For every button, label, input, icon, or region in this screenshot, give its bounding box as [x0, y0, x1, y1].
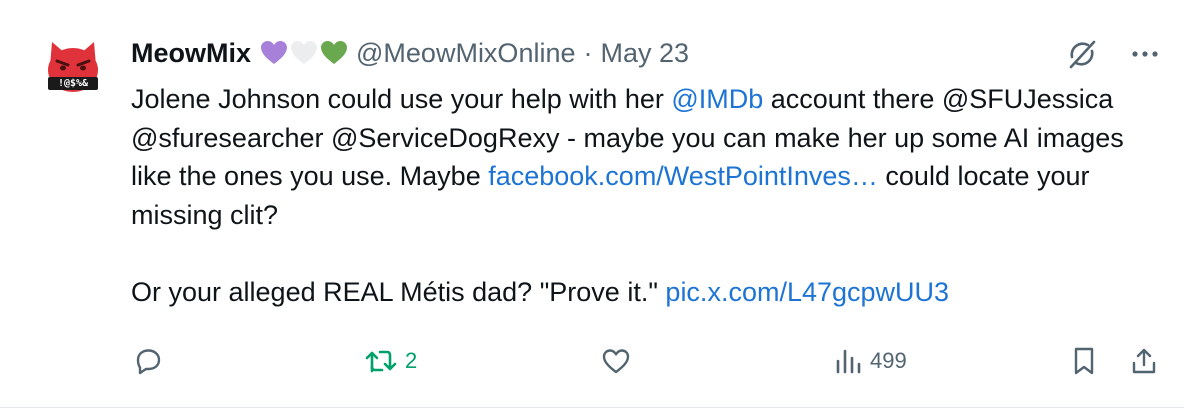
tweet-paragraph-2: Or your alleged REAL Métis dad? "Prove i… [131, 273, 1167, 312]
mention-link-imdb[interactable]: @IMDb [671, 84, 763, 114]
views-count: 499 [870, 348, 907, 373]
media-link[interactable]: pic.x.com/L47gcpwUU3 [665, 277, 949, 307]
share-button[interactable] [1129, 341, 1159, 381]
retweet-count: 2 [405, 348, 418, 373]
tweet-paragraph-1: Jolene Johnson could use your help with … [131, 80, 1167, 234]
bookmark-button[interactable] [1071, 341, 1097, 381]
avatar-symbols: !@$%& [57, 78, 89, 89]
bookmark-icon [1074, 347, 1094, 375]
text-segment: Jolene Johnson could use your help with … [131, 84, 672, 114]
text-segment: Or your alleged REAL Métis dad? "Prove i… [131, 276, 666, 307]
reply-button[interactable] [133, 341, 163, 381]
tweet-card[interactable]: !@$%& MeowMix @MeowMixOnline · May 23 Jo… [0, 0, 1184, 408]
like-button[interactable] [601, 341, 631, 381]
views-chart-icon [836, 349, 861, 374]
retweet-button[interactable]: 2 [365, 341, 417, 381]
display-name[interactable]: MeowMix [131, 38, 251, 69]
separator-dot: · [583, 37, 593, 68]
avatar[interactable]: !@$%& [44, 40, 102, 98]
retweet-icon [365, 350, 397, 373]
tweet-header: MeowMix @MeowMixOnline · May 23 [131, 33, 689, 73]
url-link-facebook[interactable]: facebook.com/WestPointInves… [488, 161, 878, 191]
green-heart-icon [321, 41, 348, 64]
purple-heart-icon [261, 41, 288, 64]
grok-icon[interactable] [1066, 38, 1098, 70]
action-bar: 2 499 [131, 341, 1163, 381]
tweet-text: Jolene Johnson could use your help with … [131, 80, 1167, 311]
user-handle[interactable]: @MeowMixOnline [356, 38, 575, 69]
name-emoji-hearts [260, 40, 348, 66]
more-options-icon[interactable] [1132, 50, 1158, 58]
share-icon [1132, 348, 1156, 374]
reply-icon [136, 349, 161, 375]
tweet-date[interactable]: May 23 [600, 38, 689, 69]
views-button[interactable]: 499 [834, 341, 907, 381]
white-heart-icon [291, 41, 318, 64]
header-actions [1066, 38, 1158, 70]
heart-icon [602, 349, 630, 374]
